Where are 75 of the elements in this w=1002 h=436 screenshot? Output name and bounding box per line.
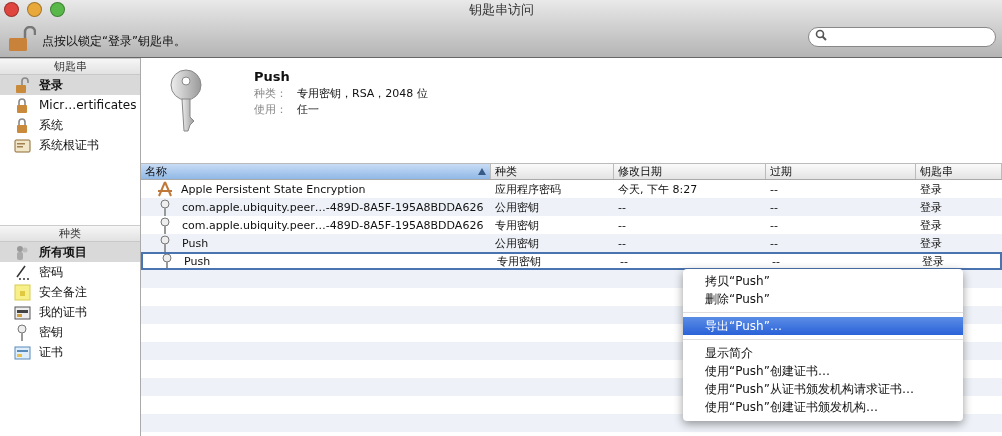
table-cell: Push (182, 236, 209, 250)
menu-item[interactable]: 拷贝“Push” (683, 272, 963, 290)
table-cell: -- (772, 254, 780, 268)
app-store-icon (157, 181, 173, 197)
sidebar-item[interactable]: 登录 (0, 75, 140, 95)
table-cell: 登录 (920, 181, 942, 197)
column-header[interactable]: 名称 (141, 164, 491, 179)
menu-item[interactable]: 使用“Push”从证书颁发机构请求证书… (683, 380, 963, 398)
table-cell: -- (770, 218, 778, 232)
window-title: 钥匙串访问 (468, 1, 534, 19)
menu-item[interactable]: 导出“Push”… (683, 317, 963, 335)
minimize-button[interactable] (27, 2, 42, 17)
table-cell: -- (618, 218, 626, 232)
keychains-heading: 钥匙串 (0, 58, 140, 75)
menu-item[interactable]: 使用“Push”创建证书颁发机构… (683, 398, 963, 416)
column-header[interactable]: 过期 (766, 164, 916, 179)
field-value: 专用密钥，RSA，2048 位 (297, 86, 428, 102)
search-icon (815, 29, 827, 41)
menu-item[interactable]: 删除“Push” (683, 290, 963, 308)
table-cell: 今天, 下午 8:27 (618, 181, 698, 197)
field-label: 种类： (254, 86, 287, 102)
sidebar-item[interactable]: Micr…ertificates (0, 95, 140, 115)
table-cell: -- (770, 200, 778, 214)
table-cell: -- (618, 200, 626, 214)
sidebar-item[interactable]: 我的证书 (0, 302, 140, 322)
open-lock-icon (14, 76, 31, 94)
menu-item[interactable]: 显示简介 (683, 344, 963, 362)
table-cell: 登录 (920, 217, 942, 233)
column-header[interactable]: 修改日期 (614, 164, 766, 179)
close-button[interactable] (4, 2, 19, 17)
categories-heading: 种类 (0, 225, 140, 242)
table-cell: com.apple.ubiquity.peer…-489D-8A5F-195A8BDDA626 (182, 218, 484, 232)
table-cell: -- (620, 254, 628, 268)
sidebar-item[interactable]: 证书 (0, 342, 140, 362)
table-cell: 专用密钥 (497, 254, 541, 268)
sidebar-item[interactable]: 所有项目 (0, 242, 140, 262)
sidebar-item[interactable]: 安全备注 (0, 282, 140, 302)
table-cell: 公用密钥 (495, 199, 539, 215)
table-cell: 登录 (922, 254, 944, 268)
table-cell: Push (184, 254, 211, 268)
note-icon (14, 283, 31, 301)
search-field[interactable] (808, 26, 996, 47)
table-cell: 公用密钥 (495, 235, 539, 251)
zoom-button[interactable] (50, 2, 65, 17)
certificate-icon (14, 136, 31, 154)
table-row[interactable]: com.apple.ubiquity.peer…-489D-8A5F-195A8BDDA626 专用密钥 -- -- 登录 (141, 216, 1002, 234)
table-row[interactable]: Apple Persistent State Encryption 应用程序密码 今天, 下午 8:27 -- 登录 (141, 180, 1002, 198)
open-lock-icon[interactable] (8, 25, 36, 52)
table-cell: 登录 (920, 199, 942, 215)
sidebar-item[interactable]: 密钥 (0, 322, 140, 342)
table-cell: com.apple.ubiquity.peer…-489D-8A5F-195A8BDDA626 (182, 200, 484, 214)
sidebar-item[interactable]: 密码 (0, 262, 140, 282)
pen-icon (14, 263, 31, 281)
table-cell: 应用程序密码 (495, 181, 561, 197)
sort-ascending-icon (478, 168, 486, 175)
field-label: 使用： (254, 102, 287, 118)
table-cell: 登录 (920, 235, 942, 251)
column-header[interactable]: 钥匙串 (916, 164, 1002, 179)
menu-item[interactable]: 使用“Push”创建证书… (683, 362, 963, 380)
sidebar-item[interactable]: 系统 (0, 115, 140, 135)
column-header[interactable]: 种类 (491, 164, 614, 179)
table-cell: -- (618, 236, 626, 250)
certificate-icon (14, 343, 31, 361)
table-cell: -- (770, 182, 778, 196)
table-cell: Apple Persistent State Encryption (181, 182, 366, 196)
certificate-icon (14, 303, 31, 321)
table-cell: 专用密钥 (495, 217, 539, 233)
item-title: Push (254, 69, 291, 84)
table-row[interactable]: Push 专用密钥 -- -- 登录 (141, 252, 1002, 270)
lock-prompt: 点按以锁定“登录”钥匙串。 (42, 33, 187, 49)
table-row[interactable]: Push 公用密钥 -- -- 登录 (141, 234, 1002, 252)
sidebar-item[interactable]: 系统根证书 (0, 135, 140, 155)
table-row[interactable]: com.apple.ubiquity.peer…-489D-8A5F-195A8BDDA626 公用密钥 -- -- 登录 (141, 198, 1002, 216)
table-cell: -- (770, 236, 778, 250)
field-value: 任一 (297, 102, 319, 118)
